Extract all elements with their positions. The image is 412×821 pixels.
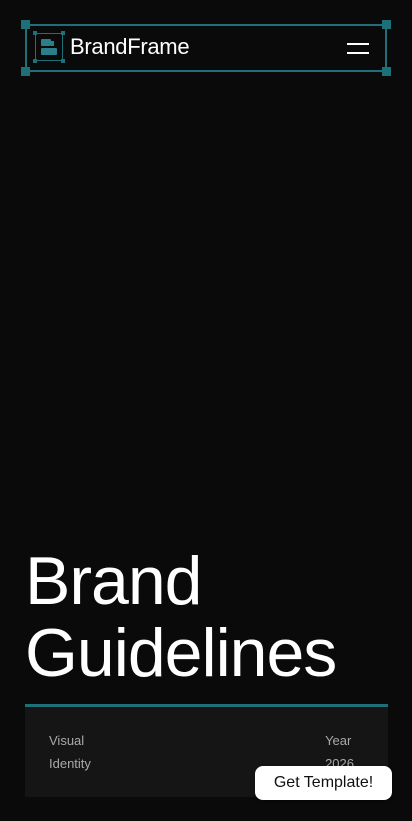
info-category: Visual Identity [49,729,91,775]
info-category-line-1: Visual [49,733,85,748]
hero-title: Brand Guidelines [25,545,405,689]
page: BrandFrame Brand Guidelines Visual Ident… [0,0,412,821]
info-year-label: Year [325,733,352,748]
frame-corner-handle [382,67,391,76]
get-template-button[interactable]: Get Template! [255,766,392,800]
info-category-line-2: Identity [49,756,91,771]
frame-corner-handle [21,67,30,76]
hero-title-line-2: Guidelines [25,615,337,691]
brand-frame-logo-icon [33,31,65,63]
logo-link[interactable]: BrandFrame [33,31,190,63]
frame-corner-handle [382,20,391,29]
hero-title-line-1: Brand [25,543,202,619]
frame-corner-handle [21,20,30,29]
hamburger-menu-icon[interactable] [347,40,369,56]
site-header: BrandFrame [21,20,391,76]
logo-text: BrandFrame [70,34,190,59]
